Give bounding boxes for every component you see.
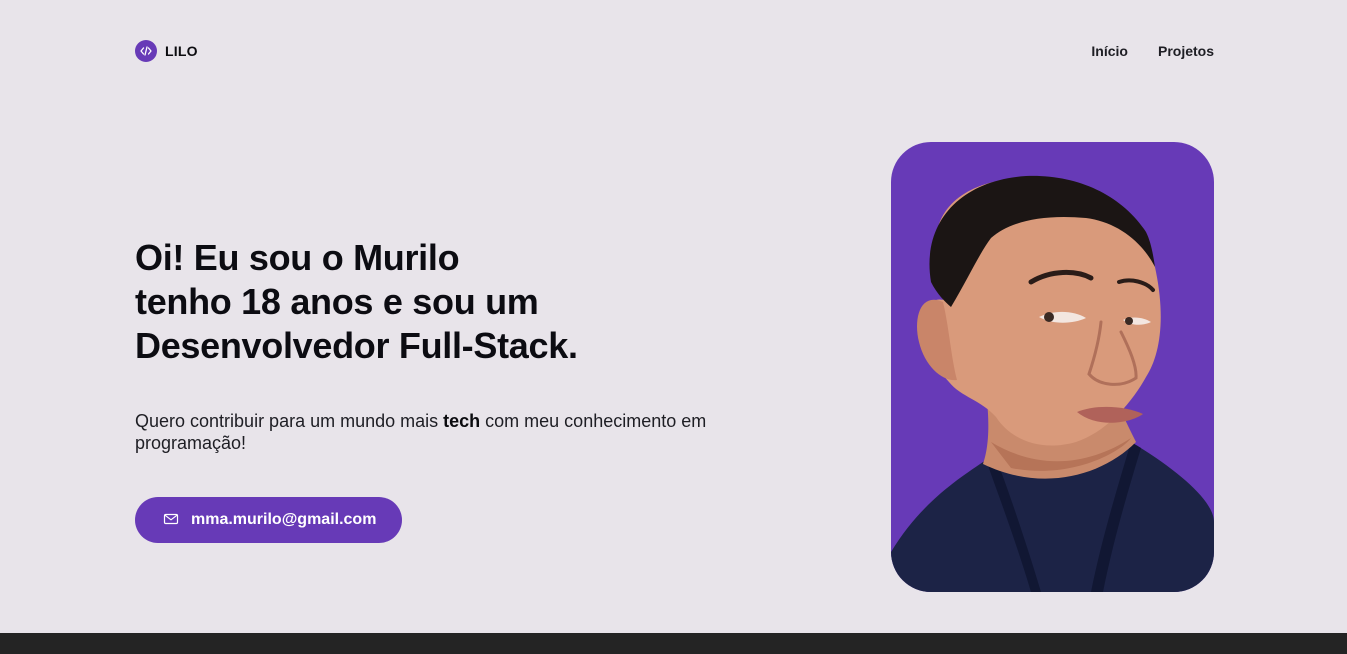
hero-title: Oi! Eu sou o Murilo tenho 18 anos e sou … [135, 236, 578, 368]
footer-bar [0, 633, 1347, 654]
email-button[interactable]: mma.murilo@gmail.com [135, 497, 402, 543]
hero-description: Quero contribuir para um mundo mais tech… [135, 410, 775, 454]
hero-title-line: Desenvolvedor Full-Stack. [135, 325, 578, 366]
nav-link-inicio[interactable]: Início [1091, 43, 1128, 59]
code-icon [135, 40, 157, 62]
brand-name: LILO [165, 43, 198, 59]
hero-title-line: Oi! Eu sou o Murilo [135, 237, 460, 278]
hero-title-line: tenho 18 anos e sou um [135, 281, 539, 322]
email-address: mma.murilo@gmail.com [191, 511, 377, 528]
site-header: LILO Início Projetos [135, 39, 1214, 63]
mail-icon [163, 512, 179, 529]
nav-link-projetos[interactable]: Projetos [1158, 43, 1214, 59]
profile-photo [891, 142, 1214, 592]
hero-description-text: Quero contribuir para um mundo mais [135, 411, 444, 431]
main-nav: Início Projetos [1091, 43, 1214, 59]
profile-photo-illustration [891, 175, 1214, 592]
brand[interactable]: LILO [135, 40, 198, 62]
hero-description-highlight: tech [443, 411, 481, 431]
